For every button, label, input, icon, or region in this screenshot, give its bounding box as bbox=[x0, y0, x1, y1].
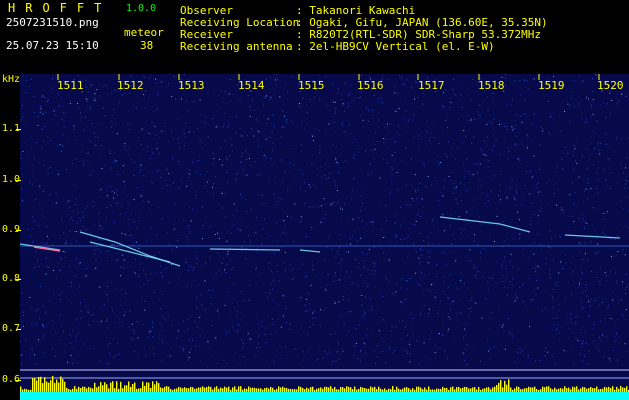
meteor-trail bbox=[439, 216, 531, 233]
y-tick-mark bbox=[16, 180, 21, 181]
x-tick-label: 1511 bbox=[57, 79, 84, 92]
meteor-trail bbox=[89, 241, 171, 263]
x-tick-label: 1516 bbox=[357, 79, 384, 92]
app-version: 1.0.0 bbox=[126, 3, 157, 14]
info-label-antenna: Receiving antenna bbox=[180, 40, 293, 53]
y-tick-mark bbox=[16, 129, 21, 130]
spectrogram-panel bbox=[20, 74, 629, 400]
x-tick-label: 1512 bbox=[117, 79, 144, 92]
x-tick-label: 1513 bbox=[178, 79, 205, 92]
app-title: HROFFT bbox=[8, 1, 112, 15]
y-tick-mark bbox=[16, 380, 21, 381]
meteor-trail bbox=[20, 243, 61, 251]
x-tick-label: 1518 bbox=[478, 79, 505, 92]
x-tick-label: 1514 bbox=[238, 79, 265, 92]
meteor-trail bbox=[564, 234, 621, 239]
meteor-trail bbox=[299, 249, 321, 253]
y-axis-unit: kHz bbox=[2, 74, 21, 85]
header-panel: HROFFT 1.0.0 2507231510.png 25.07.23 15:… bbox=[0, 0, 629, 74]
x-tick-label: 1517 bbox=[418, 79, 445, 92]
y-tick-mark bbox=[16, 279, 21, 280]
noise-speckle bbox=[20, 74, 629, 365]
meteor-trail bbox=[209, 248, 281, 251]
meteor-label: meteor bbox=[124, 26, 164, 39]
level-baseline bbox=[20, 392, 629, 400]
info-value-antenna: : 2el-HB9CV Vertical (el. E-W) bbox=[296, 40, 495, 53]
x-tick-label: 1520 bbox=[597, 79, 624, 92]
x-tick-label: 1519 bbox=[538, 79, 565, 92]
date-time: 25.07.23 15:10 bbox=[6, 39, 99, 52]
y-tick-mark bbox=[16, 230, 21, 231]
y-tick-mark bbox=[16, 329, 21, 330]
x-tick-label: 1515 bbox=[298, 79, 325, 92]
spectrogram-canvas bbox=[20, 74, 629, 400]
file-name: 2507231510.png bbox=[6, 16, 99, 29]
meteor-count: 38 bbox=[140, 39, 154, 52]
